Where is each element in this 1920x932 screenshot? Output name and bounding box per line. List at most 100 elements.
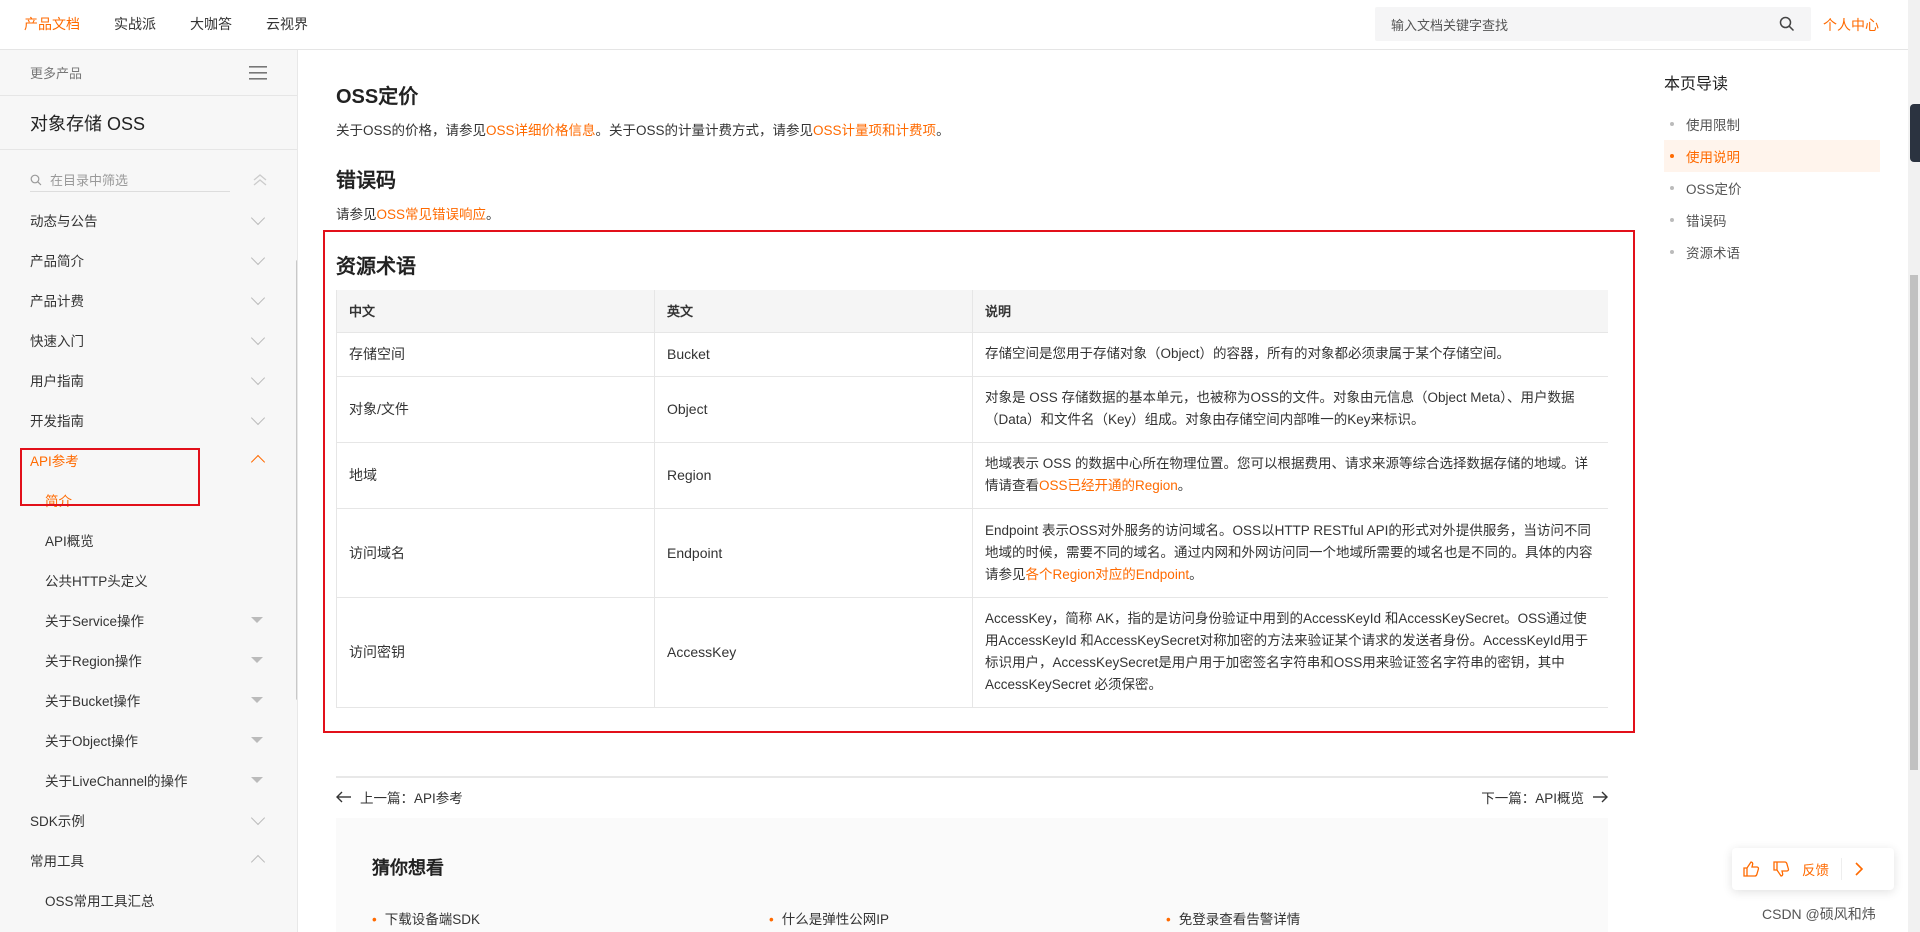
cell-en: Region: [654, 441, 973, 508]
chevron-down-icon: [250, 330, 266, 345]
next-page-label: 下一篇：API概览: [1481, 791, 1584, 806]
pricing-heading: OSS定价: [336, 86, 419, 108]
watermark-text: CSDN @硕风和炜: [1762, 906, 1876, 922]
arrow-left-icon: [336, 791, 351, 803]
chevron-right-icon[interactable]: [1854, 862, 1864, 876]
table-row: 对象/文件 Object 对象是 OSS 存储数据的基本单元，也被称为OSS的文…: [336, 375, 1608, 442]
section-terms: 资源术语: [336, 250, 1608, 289]
collapse-all-icon[interactable]: [253, 174, 267, 186]
chevron-down-icon: [250, 410, 266, 425]
top-nav: 产品文档 实战派 大咖答 云视界: [24, 0, 308, 48]
col-header-english: 英文: [654, 290, 973, 332]
toc-item-pricing[interactable]: OSS定价: [1664, 172, 1880, 204]
next-page-link[interactable]: 下一篇：API概览: [1481, 787, 1608, 807]
search-input[interactable]: 输入文档关键字查找: [1375, 7, 1811, 41]
cell-desc: 对象是 OSS 存储数据的基本单元，也被称为OSS的文件。对象由元信息（Obje…: [972, 375, 1608, 442]
page-scrollbar-thumb[interactable]: [1910, 275, 1918, 770]
topnav-practice[interactable]: 实战派: [114, 14, 156, 34]
cell-zh: 地域: [336, 441, 655, 508]
pricing-text-3: 。: [936, 123, 950, 138]
sidebar-item-news[interactable]: 动态与公告: [0, 200, 297, 240]
errors-heading: 错误码: [336, 170, 396, 192]
sidebar-item-user-guide[interactable]: 用户指南: [0, 360, 297, 400]
recommendation-item[interactable]: 什么是弹性公网IP: [769, 908, 1166, 928]
errors-text-1: 请参见: [336, 207, 377, 222]
sidebar-filter[interactable]: 在目录中筛选: [30, 168, 267, 192]
filter-placeholder: 在目录中筛选: [50, 173, 129, 188]
sidebar-item-billing[interactable]: 产品计费: [0, 280, 297, 320]
sidebar-item-label: OSS常用工具汇总: [45, 894, 155, 909]
sidebar-item-service-ops[interactable]: 关于Service操作: [0, 600, 297, 640]
sidebar-item-label: 关于Service操作: [45, 614, 145, 629]
table-row: 访问域名 Endpoint Endpoint 表示OSS对外服务的访问域名。OS…: [336, 507, 1608, 597]
recommendation-item[interactable]: 免登录查看告警详情: [1166, 908, 1563, 928]
terms-heading: 资源术语: [336, 256, 416, 278]
toc-item-errors[interactable]: 错误码: [1664, 204, 1880, 236]
sidebar-item-tools[interactable]: 常用工具: [0, 840, 297, 880]
highlight-box-api-reference: [20, 448, 200, 506]
topnav-product-docs[interactable]: 产品文档: [24, 14, 80, 34]
prev-page-link[interactable]: 上一篇：API参考: [336, 787, 463, 807]
sidebar-item-label: 公共HTTP头定义: [45, 574, 148, 589]
cell-zh: 访问域名: [336, 507, 655, 597]
topnav-cloud-vision[interactable]: 云视界: [266, 14, 308, 34]
user-center-link[interactable]: 个人中心: [1823, 15, 1879, 35]
regions-link[interactable]: OSS已经开通的Region: [1039, 478, 1178, 493]
sidebar-item-intro[interactable]: 产品简介: [0, 240, 297, 280]
pricing-detail-link[interactable]: OSS详细价格信息: [486, 123, 596, 138]
menu-icon[interactable]: [249, 65, 267, 80]
sidebar-item-livechannel-ops[interactable]: 关于LiveChannel的操作: [0, 760, 297, 800]
recommendations-heading: 猜你想看: [372, 858, 444, 878]
recommendation-item[interactable]: 下载设备端SDK: [372, 908, 769, 928]
chevron-up-icon: [250, 454, 266, 470]
sidebar-item-object-ops[interactable]: 关于Object操作: [0, 720, 297, 760]
recommendations-list: 下载设备端SDK 什么是弹性公网IP 免登录查看告警详情: [372, 908, 1572, 928]
pricing-billing-items-link[interactable]: OSS计量项和计费项: [813, 123, 936, 138]
sidebar-item-http-headers[interactable]: 公共HTTP头定义: [0, 560, 297, 600]
pricing-text-1: 关于OSS的价格，请参见: [336, 123, 487, 138]
cell-desc: AccessKey，简称 AK，指的是访问身份验证中用到的AccessKeyId…: [972, 596, 1608, 708]
more-products[interactable]: 更多产品: [0, 50, 297, 96]
caret-down-icon: [251, 617, 263, 623]
chevron-down-icon: [250, 210, 266, 225]
table-row: 访问密钥 AccessKey AccessKey，简称 AK，指的是访问身份验证…: [336, 596, 1608, 708]
sidebar-item-dev-guide[interactable]: 开发指南: [0, 400, 297, 440]
sidebar-item-label: 动态与公告: [30, 214, 98, 229]
thumbs-up-icon[interactable]: [1742, 860, 1760, 878]
sidebar-item-quickstart[interactable]: 快速入门: [0, 320, 297, 360]
toc-title: 本页导读: [1664, 76, 1729, 93]
errors-text-2: 。: [486, 207, 500, 222]
cell-desc: Endpoint 表示OSS对外服务的访问域名。OSS以HTTP RESTful…: [972, 507, 1608, 597]
errors-text: 请参见OSS常见错误响应。: [336, 203, 1608, 223]
chevron-down-icon: [250, 290, 266, 305]
sidebar-scrollbar[interactable]: [296, 260, 297, 700]
sidebar-item-label: 关于Object操作: [45, 734, 139, 749]
cell-en: Object: [654, 375, 973, 442]
sidebar-item-sdk[interactable]: SDK示例: [0, 800, 297, 840]
toc-item-usage[interactable]: 使用说明: [1664, 140, 1880, 172]
sidebar-item-label: 关于Bucket操作: [45, 694, 141, 709]
sidebar-item-tools-summary[interactable]: OSS常用工具汇总: [0, 880, 297, 920]
search-icon[interactable]: [1779, 16, 1795, 32]
more-products-label: 更多产品: [30, 66, 83, 81]
error-responses-link[interactable]: OSS常见错误响应: [377, 207, 487, 222]
sidebar-item-api-overview[interactable]: API概览: [0, 520, 297, 560]
search-placeholder: 输入文档关键字查找: [1391, 17, 1509, 33]
toc-item-terms[interactable]: 资源术语: [1664, 236, 1880, 268]
sidebar-item-region-ops[interactable]: 关于Region操作: [0, 640, 297, 680]
pricing-text: 关于OSS的价格，请参见OSS详细价格信息。关于OSS的计量计费方式，请参见OS…: [336, 119, 1608, 139]
region-endpoints-link[interactable]: 各个Region对应的Endpoint: [1026, 567, 1190, 582]
topnav-expert-qa[interactable]: 大咖答: [190, 14, 232, 34]
toc-item-limits[interactable]: 使用限制: [1664, 108, 1880, 140]
col-header-description: 说明: [972, 290, 1608, 332]
table-row: 存储空间 Bucket 存储空间是您用于存储对象（Object）的容器，所有的对…: [336, 331, 1608, 376]
feedback-widget: 反馈: [1732, 848, 1894, 890]
divider: [1841, 858, 1842, 880]
sidebar-item-bucket-ops[interactable]: 关于Bucket操作: [0, 680, 297, 720]
top-bar: 产品文档 实战派 大咖答 云视界 输入文档关键字查找 个人中心: [0, 0, 1920, 50]
side-widget-tab[interactable]: [1910, 104, 1920, 162]
product-title: 对象存储 OSS: [0, 96, 297, 150]
caret-down-icon: [251, 737, 263, 743]
thumbs-down-icon[interactable]: [1772, 860, 1790, 878]
feedback-button[interactable]: 反馈: [1802, 859, 1829, 879]
